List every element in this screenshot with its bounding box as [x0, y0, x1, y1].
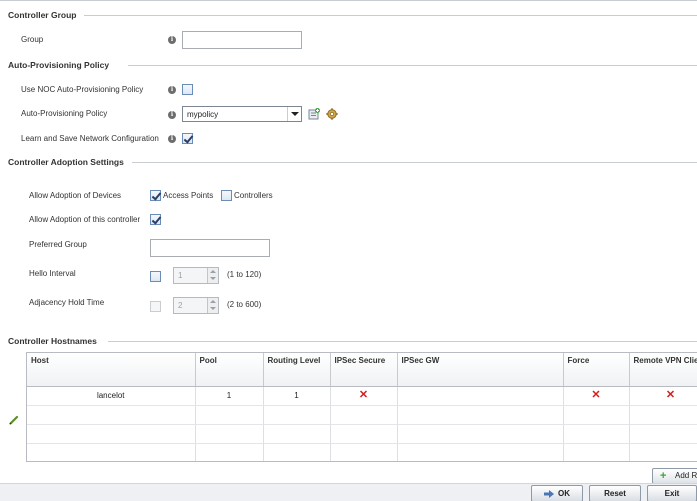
info-icon: i [168, 135, 176, 143]
policy-label: Auto-Provisioning Policy [21, 109, 108, 118]
hello-interval-label: Hello Interval [29, 269, 76, 278]
info-icon: i [168, 111, 176, 119]
group-input[interactable] [182, 31, 302, 49]
add-row-label: Add Row [675, 471, 697, 480]
ok-button[interactable]: OK [531, 485, 583, 501]
x-mark-icon: ✕ [591, 389, 601, 401]
table-row [27, 405, 697, 425]
force-cell: ✕ [563, 386, 630, 406]
edit-pencil-icon[interactable] [9, 415, 19, 425]
allow-devices-label: Allow Adoption of Devices [29, 191, 122, 200]
controllers-label: Controllers [234, 191, 273, 200]
section-divider [108, 341, 697, 342]
controllers-checkbox[interactable] [221, 190, 232, 201]
allow-this-label: Allow Adoption of this controller [29, 215, 141, 224]
action-bar: OK Reset Exit [0, 483, 697, 501]
section-divider [128, 65, 697, 66]
section-hostnames: Controller Hostnames [8, 336, 97, 346]
group-label: Group [21, 35, 44, 44]
info-icon: i [168, 36, 176, 44]
table-row[interactable]: lancelot 1 1 ✕ ✕ ✕ [27, 386, 697, 406]
section-adoption-settings: Controller Adoption Settings [8, 157, 124, 167]
column-header-force[interactable]: Force [563, 353, 630, 387]
section-divider [132, 162, 697, 163]
learn-save-label: Learn and Save Network Configuration [21, 134, 159, 143]
table-header-row: Host Pool Routing Level IPSec Secure IPS… [27, 353, 697, 387]
section-auto-provisioning: Auto-Provisioning Policy [8, 60, 110, 70]
column-header-host[interactable]: Host [27, 353, 196, 387]
host-cell: lancelot [27, 386, 196, 406]
exit-label: Exit [664, 489, 680, 498]
use-noc-label: Use NOC Auto-Provisioning Policy [21, 85, 144, 94]
x-mark-icon: ✕ [665, 389, 676, 401]
remote-vpn-cell: ✕ [629, 386, 697, 406]
info-icon: i [168, 86, 176, 94]
gear-icon[interactable] [326, 108, 338, 120]
chevron-down-icon[interactable] [287, 107, 301, 121]
hello-interval-range: (1 to 120) [227, 270, 262, 279]
reset-label: Reset [604, 489, 626, 498]
spinner-arrows-icon[interactable] [207, 298, 218, 313]
add-row-button[interactable]: + Add Row [652, 468, 697, 484]
ipsec-secure-cell: ✕ [330, 386, 398, 406]
access-points-checkbox[interactable] [150, 190, 161, 201]
preferred-group-label: Preferred Group [29, 240, 87, 249]
column-header-routing-level[interactable]: Routing Level [263, 353, 331, 387]
ipsec-gw-cell [397, 386, 564, 406]
adjacency-value: 2 [178, 301, 183, 310]
section-divider [84, 15, 697, 16]
reset-button[interactable]: Reset [589, 485, 641, 501]
hello-interval-checkbox[interactable] [150, 271, 161, 282]
create-policy-icon[interactable] [308, 108, 320, 120]
column-header-pool[interactable]: Pool [195, 353, 264, 387]
learn-save-checkbox[interactable] [182, 133, 193, 144]
x-mark-icon: ✕ [358, 389, 369, 401]
preferred-group-input[interactable] [150, 239, 270, 257]
policy-select-value: mypolicy [187, 110, 219, 119]
arrow-right-icon [544, 489, 554, 498]
exit-button[interactable]: Exit [647, 485, 697, 501]
column-header-ipsec-secure[interactable]: IPSec Secure [330, 353, 398, 387]
ok-label: OK [558, 489, 570, 498]
hostnames-table: Host Pool Routing Level IPSec Secure IPS… [26, 352, 697, 462]
spinner-arrows-icon[interactable] [207, 268, 218, 283]
section-controller-group: Controller Group [8, 10, 77, 20]
policy-select[interactable]: mypolicy [182, 106, 302, 122]
adjacency-range: (2 to 600) [227, 300, 262, 309]
hello-interval-spinner[interactable]: 1 [173, 267, 219, 284]
pool-cell: 1 [195, 386, 264, 406]
adjacency-label: Adjacency Hold Time [29, 298, 105, 307]
plus-icon: + [660, 470, 667, 482]
routing-level-cell: 1 [263, 386, 331, 406]
column-header-remote-vpn[interactable]: Remote VPN Client [629, 353, 697, 387]
hello-interval-value: 1 [178, 271, 183, 280]
table-row [27, 443, 697, 461]
table-row [27, 424, 697, 444]
column-header-ipsec-gw[interactable]: IPSec GW [397, 353, 564, 387]
controller-config-panel: Controller Group Group i Auto-Provisioni… [0, 0, 697, 501]
adjacency-spinner[interactable]: 2 [173, 297, 219, 314]
allow-this-checkbox[interactable] [150, 214, 161, 225]
access-points-label: Access Points [163, 191, 214, 200]
use-noc-checkbox[interactable] [182, 84, 193, 95]
adjacency-checkbox[interactable] [150, 301, 161, 312]
